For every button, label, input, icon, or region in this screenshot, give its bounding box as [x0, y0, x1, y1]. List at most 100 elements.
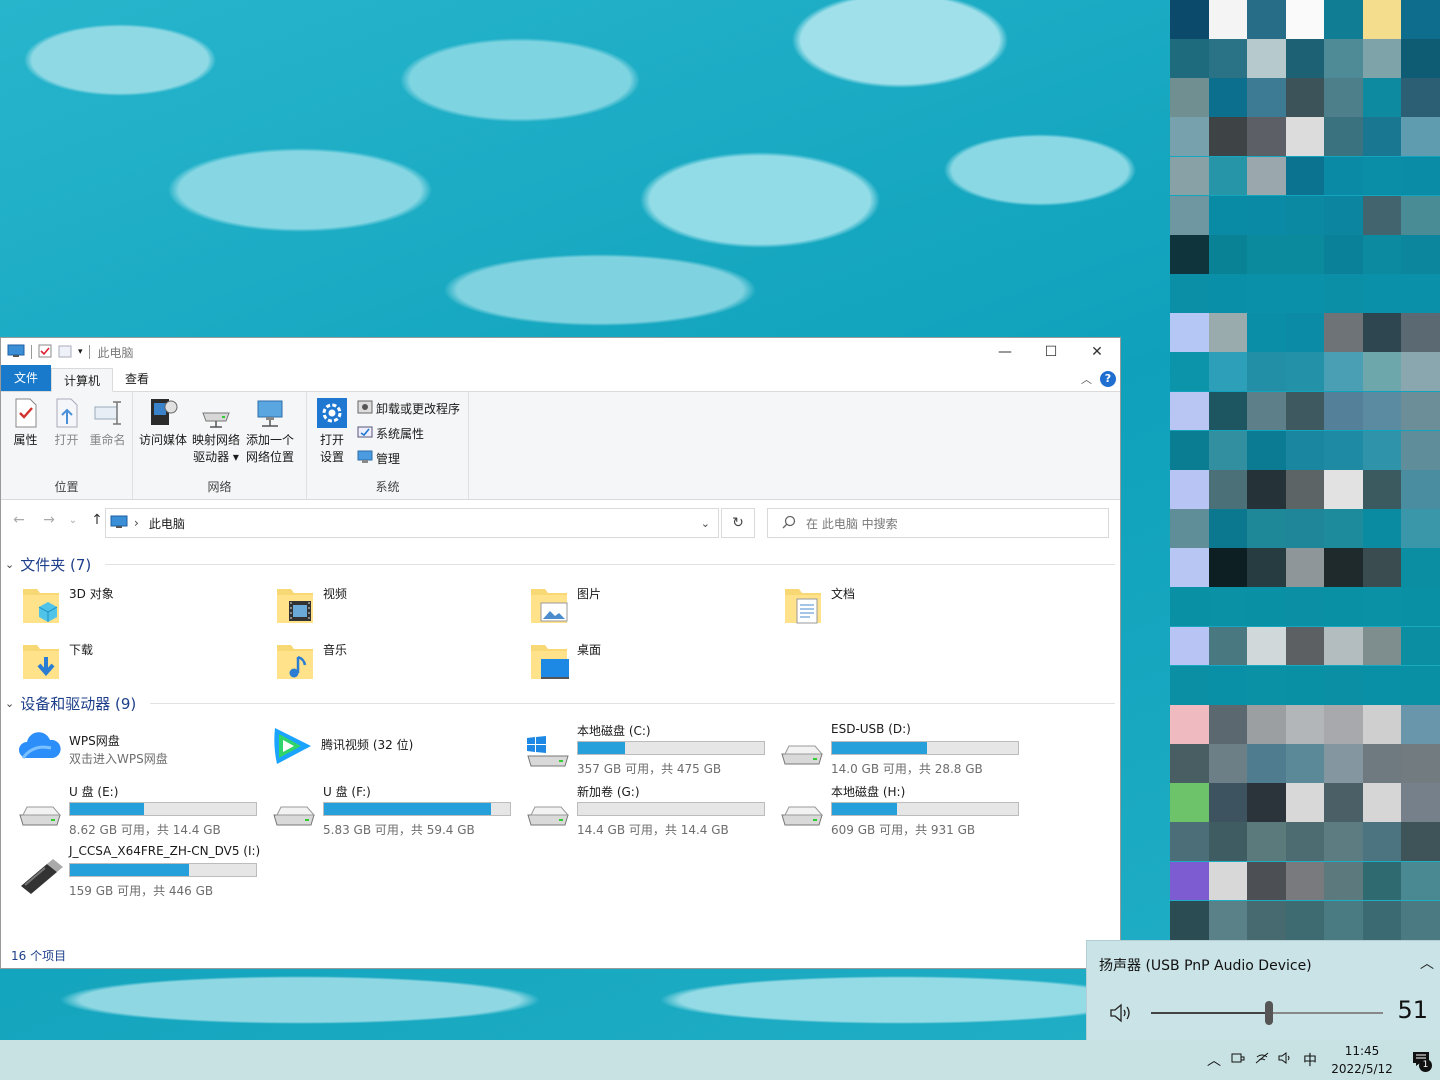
audio-device-name[interactable]: 扬声器 (USB PnP Audio Device): [1099, 955, 1312, 975]
speaker-icon[interactable]: [1274, 1051, 1298, 1069]
tencent-video-icon: [269, 724, 317, 771]
close-button[interactable]: ✕: [1074, 338, 1120, 366]
recent-locations-button[interactable]: ⌄: [67, 515, 79, 526]
file-explorer-window[interactable]: ▾ 此电脑 — ☐ ✕ 文件 计算机 查看 ︿ ? 属性 打开 重命名 位置 访…: [0, 337, 1121, 969]
search-icon: [782, 515, 796, 532]
tab-view[interactable]: 查看: [113, 367, 161, 391]
show-hidden-icons-chevron[interactable]: ︿: [1202, 1050, 1226, 1070]
drive-e-usage-bar: [69, 802, 257, 816]
refresh-button[interactable]: ↻: [721, 508, 755, 538]
drive-c-usage-bar: [577, 741, 765, 755]
3d-objects-folder-icon: [19, 583, 63, 627]
pictures-folder-icon: [527, 583, 571, 627]
speaker-icon[interactable]: [1109, 1003, 1135, 1026]
folder-videos[interactable]: 视频: [273, 583, 347, 627]
drive-f-usage-bar: [323, 802, 511, 816]
windows-drive-icon: [525, 736, 571, 772]
desktop-folder-icon: [527, 639, 571, 683]
system-properties-icon: [357, 424, 373, 443]
volume-slider-thumb[interactable]: [1265, 1001, 1274, 1025]
title-bar[interactable]: ▾ 此电脑 — ☐ ✕: [1, 338, 1120, 366]
usb-stick-icon: [17, 858, 63, 894]
system-properties-button[interactable]: 系统属性: [357, 423, 460, 444]
media-icon: [146, 396, 180, 430]
clock[interactable]: 11:45 2022/5/12: [1322, 1042, 1402, 1078]
clock-date: 2022/5/12: [1331, 1062, 1393, 1076]
breadcrumb-separator: ›: [134, 516, 139, 530]
computer-icon: [110, 515, 128, 532]
tab-file[interactable]: 文件: [1, 365, 52, 391]
folder-music[interactable]: 音乐: [273, 639, 347, 683]
drive-f[interactable]: U 盘 (F:) 5.83 GB 可用，共 59.4 GB: [271, 783, 521, 841]
properties-icon: [9, 396, 43, 430]
network-drive-icon: [199, 396, 233, 430]
drive-g[interactable]: 新加卷 (G:) 14.4 GB 可用，共 14.4 GB: [525, 783, 775, 841]
notification-count-badge: 1: [1419, 1059, 1432, 1072]
drive-g-usage-bar: [577, 802, 765, 816]
volume-slider[interactable]: [1151, 1001, 1383, 1025]
drive-icon: [271, 797, 317, 833]
search-placeholder: 在 此电脑 中搜索: [806, 516, 898, 531]
tencent-video-app[interactable]: 腾讯视频 (32 位): [269, 724, 509, 770]
input-method-indicator[interactable]: 中: [1298, 1050, 1322, 1070]
expand-devices-chevron-icon[interactable]: ︿: [1420, 953, 1434, 973]
help-icon[interactable]: ?: [1100, 371, 1116, 387]
breadcrumb[interactable]: 此电脑: [149, 515, 185, 532]
drive-h[interactable]: 本地磁盘 (H:) 609 GB 可用，共 931 GB: [779, 783, 1029, 841]
folder-3d-objects[interactable]: 3D 对象: [19, 583, 114, 627]
search-input[interactable]: 在 此电脑 中搜索: [767, 508, 1109, 538]
action-center-button[interactable]: 1: [1402, 1040, 1440, 1080]
address-bar[interactable]: › 此电脑 ⌄: [105, 508, 719, 538]
forward-button[interactable]: →: [37, 512, 61, 528]
wps-cloud-drive[interactable]: WPS网盘 双击进入WPS网盘: [17, 728, 257, 768]
folders-section-header[interactable]: ⌄ 文件夹 (7): [5, 554, 1115, 575]
customize-qa-icon[interactable]: ▾: [78, 347, 83, 357]
drive-icon: [779, 736, 825, 772]
system-tray: ︿ 中 11:45 2022/5/12 1: [1202, 1040, 1440, 1080]
back-button[interactable]: ←: [7, 512, 31, 528]
open-icon: [50, 396, 84, 430]
wifi-icon[interactable]: [1250, 1051, 1274, 1069]
maximize-button[interactable]: ☐: [1028, 338, 1074, 366]
folder-desktop[interactable]: 桌面: [527, 639, 601, 683]
cloud-icon: [17, 728, 63, 767]
volume-value: 51: [1397, 996, 1428, 1024]
collapse-chevron-icon: ⌄: [5, 697, 15, 710]
network-adapter-icon[interactable]: [1226, 1051, 1250, 1069]
collapse-ribbon-icon[interactable]: ︿: [1081, 371, 1092, 387]
taskbar: ︿ 中 11:45 2022/5/12 1: [0, 1040, 1440, 1080]
status-bar-item-count: 16 个项目: [11, 949, 67, 963]
drive-i-usage-bar: [69, 863, 257, 877]
drive-d[interactable]: ESD-USB (D:) 14.0 GB 可用，共 28.8 GB: [779, 722, 1029, 780]
drive-d-usage-bar: [831, 741, 1019, 755]
address-dropdown-button[interactable]: ⌄: [701, 517, 710, 530]
downloads-folder-icon: [19, 639, 63, 683]
gear-icon: [315, 396, 349, 430]
drive-c[interactable]: 本地磁盘 (C:) 357 GB 可用，共 475 GB: [525, 722, 775, 780]
ribbon-group-location: 属性 打开 重命名 位置: [1, 392, 133, 499]
volume-flyout: 扬声器 (USB PnP Audio Device) ︿ 51: [1086, 940, 1440, 1040]
uninstall-programs-button[interactable]: 卸载或更改程序: [357, 398, 460, 419]
drive-e[interactable]: U 盘 (E:) 8.62 GB 可用，共 14.4 GB: [17, 783, 267, 841]
videos-folder-icon: [273, 583, 317, 627]
drive-i[interactable]: J_CCSA_X64FRE_ZH-CN_DV5 (I:) 159 GB 可用，共…: [17, 844, 267, 902]
manage-button[interactable]: 管理: [357, 448, 460, 469]
window-title: 此电脑: [97, 345, 134, 360]
properties-quick-icon[interactable]: [38, 344, 52, 361]
ribbon-group-network: 访问媒体 映射网络 驱动器 ▾ 添加一个 网络位置 网络: [133, 392, 307, 499]
folder-downloads[interactable]: 下载: [19, 639, 93, 683]
rename-icon: [91, 396, 125, 430]
uninstall-icon: [357, 399, 373, 418]
new-folder-quick-icon[interactable]: [58, 344, 72, 361]
ribbon-group-system: 打开 设置 卸载或更改程序 系统属性 管理 系统: [307, 392, 469, 499]
tab-computer[interactable]: 计算机: [51, 368, 114, 392]
devices-section-header[interactable]: ⌄ 设备和驱动器 (9): [5, 693, 1115, 714]
drive-h-usage-bar: [831, 802, 1019, 816]
drive-icon: [17, 797, 63, 833]
minimize-button[interactable]: —: [982, 338, 1028, 366]
folder-pictures[interactable]: 图片: [527, 583, 601, 627]
folder-documents[interactable]: 文档: [781, 583, 855, 627]
documents-folder-icon: [781, 583, 825, 627]
drive-icon: [525, 797, 571, 833]
network-location-icon: [253, 396, 287, 430]
